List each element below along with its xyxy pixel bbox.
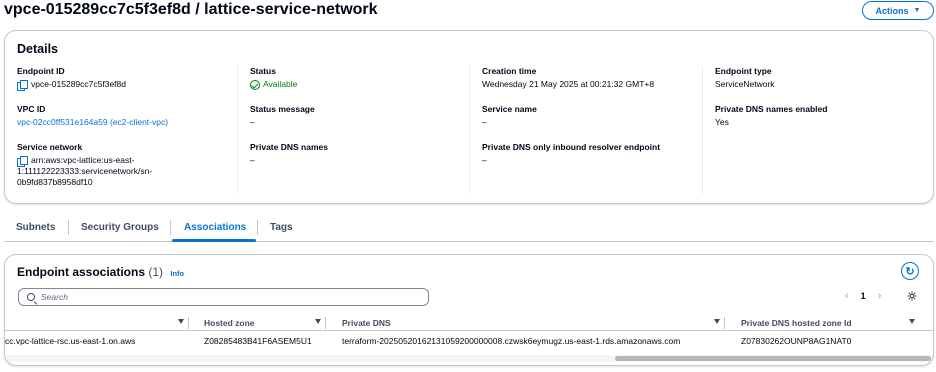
- tab-associations[interactable]: Associations: [184, 222, 246, 233]
- private-dns-names-value: –: [250, 155, 255, 165]
- tab-security-groups[interactable]: Security Groups: [81, 222, 159, 233]
- creation-time-value: Wednesday 21 May 2025 at 00:21:32 GMT+8: [482, 79, 655, 89]
- tab-bar: Subnets Security Groups Associations Tag…: [4, 214, 934, 242]
- vpc-id-label: VPC ID: [17, 104, 46, 114]
- service-network-value-line3: 0b9fd837b8958df10: [17, 177, 93, 187]
- service-network-field: Service network arn:aws:vpc-lattice:us-e…: [17, 142, 232, 188]
- refresh-button[interactable]: ↻: [901, 262, 919, 280]
- associations-header: Endpoint associations (1) Info: [17, 265, 184, 279]
- copy-icon[interactable]: [17, 80, 28, 91]
- actions-button[interactable]: Actions ▼: [862, 1, 934, 20]
- search-icon: [27, 293, 35, 301]
- creation-time-label: Creation time: [482, 66, 537, 76]
- service-name-field: Service name –: [482, 104, 697, 128]
- details-column-4: Endpoint type ServiceNetwork Private DNS…: [702, 66, 922, 194]
- active-tab-indicator: [172, 239, 256, 242]
- endpoint-type-field: Endpoint type ServiceNetwork: [715, 66, 930, 90]
- horizontal-scrollbar-thumb[interactable]: [615, 356, 931, 361]
- private-dns-inbound-value: –: [482, 155, 487, 165]
- cell-private-dns: terraform-20250520162131059200000008.czw…: [342, 336, 681, 346]
- service-network-label: Service network: [17, 142, 83, 152]
- column-divider[interactable]: [188, 317, 189, 329]
- sort-icon[interactable]: [315, 319, 321, 324]
- status-message-label: Status message: [250, 104, 315, 114]
- info-link[interactable]: Info: [170, 269, 184, 278]
- actions-label: Actions: [875, 5, 909, 16]
- tab-subnets[interactable]: Subnets: [16, 222, 55, 233]
- endpoint-id-label: Endpoint ID: [17, 66, 65, 76]
- settings-gear-icon[interactable]: [907, 291, 917, 301]
- column-header-hosted-zone[interactable]: Hosted zone: [204, 318, 255, 328]
- tab-separator: [170, 220, 171, 235]
- endpoint-type-label: Endpoint type: [715, 66, 772, 76]
- private-dns-names-label: Private DNS names: [250, 142, 328, 152]
- current-page[interactable]: 1: [861, 291, 866, 301]
- column-divider[interactable]: [325, 317, 326, 329]
- status-value: Available: [263, 79, 298, 89]
- endpoint-id-field: Endpoint ID vpce-015289cc7c5f3ef8d: [17, 66, 232, 91]
- caret-down-icon: ▼: [913, 7, 921, 14]
- service-network-value: arn:aws:vpc-lattice:us-east-: [31, 155, 135, 165]
- cell-dns-name: cc.vpc-lattice-rsc.us-east-1.on.aws: [5, 336, 136, 346]
- column-header-private-dns-hosted-zone-id[interactable]: Private DNS hosted zone Id: [741, 318, 852, 328]
- endpoint-type-value: ServiceNetwork: [715, 79, 775, 89]
- associations-title: Endpoint associations: [17, 265, 146, 279]
- details-panel: Details Endpoint ID vpce-015289cc7c5f3ef…: [4, 30, 934, 204]
- associations-count: (1): [148, 265, 164, 279]
- details-column-3: Creation time Wednesday 21 May 2025 at 0…: [469, 66, 702, 194]
- private-dns-names-field: Private DNS names –: [250, 142, 465, 166]
- previous-page-icon[interactable]: ‹: [845, 290, 849, 302]
- tab-separator: [257, 220, 258, 235]
- search-input[interactable]: [41, 292, 401, 302]
- private-dns-enabled-label: Private DNS names enabled: [715, 104, 828, 114]
- column-divider[interactable]: [724, 317, 725, 329]
- refresh-icon: ↻: [905, 265, 915, 278]
- table-row: cc.vpc-lattice-rsc.us-east-1.on.aws Z082…: [5, 332, 933, 350]
- private-dns-inbound-field: Private DNS only inbound resolver endpoi…: [482, 142, 697, 166]
- vpc-id-link[interactable]: vpc-02cc0ff531e164a59 (ec2-client-vpc): [17, 117, 232, 128]
- status-message-field: Status message –: [250, 104, 465, 128]
- endpoint-id-value: vpce-015289cc7c5f3ef8d: [31, 79, 126, 89]
- private-dns-inbound-label: Private DNS only inbound resolver endpoi…: [482, 142, 661, 152]
- search-box[interactable]: [18, 288, 429, 306]
- status-available-icon: [250, 79, 260, 90]
- cell-private-dns-hosted-zone-id: Z07830262OUNP8AG1NAT0: [741, 336, 852, 346]
- private-dns-enabled-value: Yes: [715, 117, 729, 127]
- sort-icon[interactable]: [714, 319, 720, 324]
- next-page-icon[interactable]: ›: [878, 290, 882, 302]
- details-title: Details: [17, 42, 58, 56]
- column-header-private-dns[interactable]: Private DNS: [342, 318, 391, 328]
- cell-hosted-zone: Z08285483B41F6ASEM5U1: [204, 336, 312, 346]
- sort-icon[interactable]: [909, 319, 915, 324]
- details-column-2: Status Available Status message – Privat…: [237, 66, 469, 194]
- tab-tags[interactable]: Tags: [270, 222, 293, 233]
- pagination: ‹ 1 ›: [845, 290, 881, 302]
- creation-time-field: Creation time Wednesday 21 May 2025 at 0…: [482, 66, 697, 90]
- service-network-value-line2: 1:111122223333:servicenetwork/sn-: [17, 166, 153, 176]
- table-header: Hosted zone Private DNS Private DNS host…: [5, 315, 933, 331]
- service-name-value: –: [482, 117, 487, 127]
- private-dns-enabled-field: Private DNS names enabled Yes: [715, 104, 930, 128]
- status-message-value: –: [250, 117, 255, 127]
- sort-icon[interactable]: [178, 319, 184, 324]
- vpc-id-field: VPC ID vpc-02cc0ff531e164a59 (ec2-client…: [17, 104, 232, 128]
- service-name-label: Service name: [482, 104, 537, 114]
- status-label: Status: [250, 66, 276, 76]
- page-title: vpce-015289cc7c5f3ef8d / lattice-service…: [4, 1, 378, 18]
- details-column-1: Endpoint ID vpce-015289cc7c5f3ef8d VPC I…: [17, 66, 237, 194]
- copy-icon[interactable]: [17, 156, 28, 167]
- tab-separator: [68, 220, 69, 235]
- status-field: Status Available: [250, 66, 465, 90]
- endpoint-associations-panel: Endpoint associations (1) Info ↻ ‹ 1 › H…: [4, 254, 934, 366]
